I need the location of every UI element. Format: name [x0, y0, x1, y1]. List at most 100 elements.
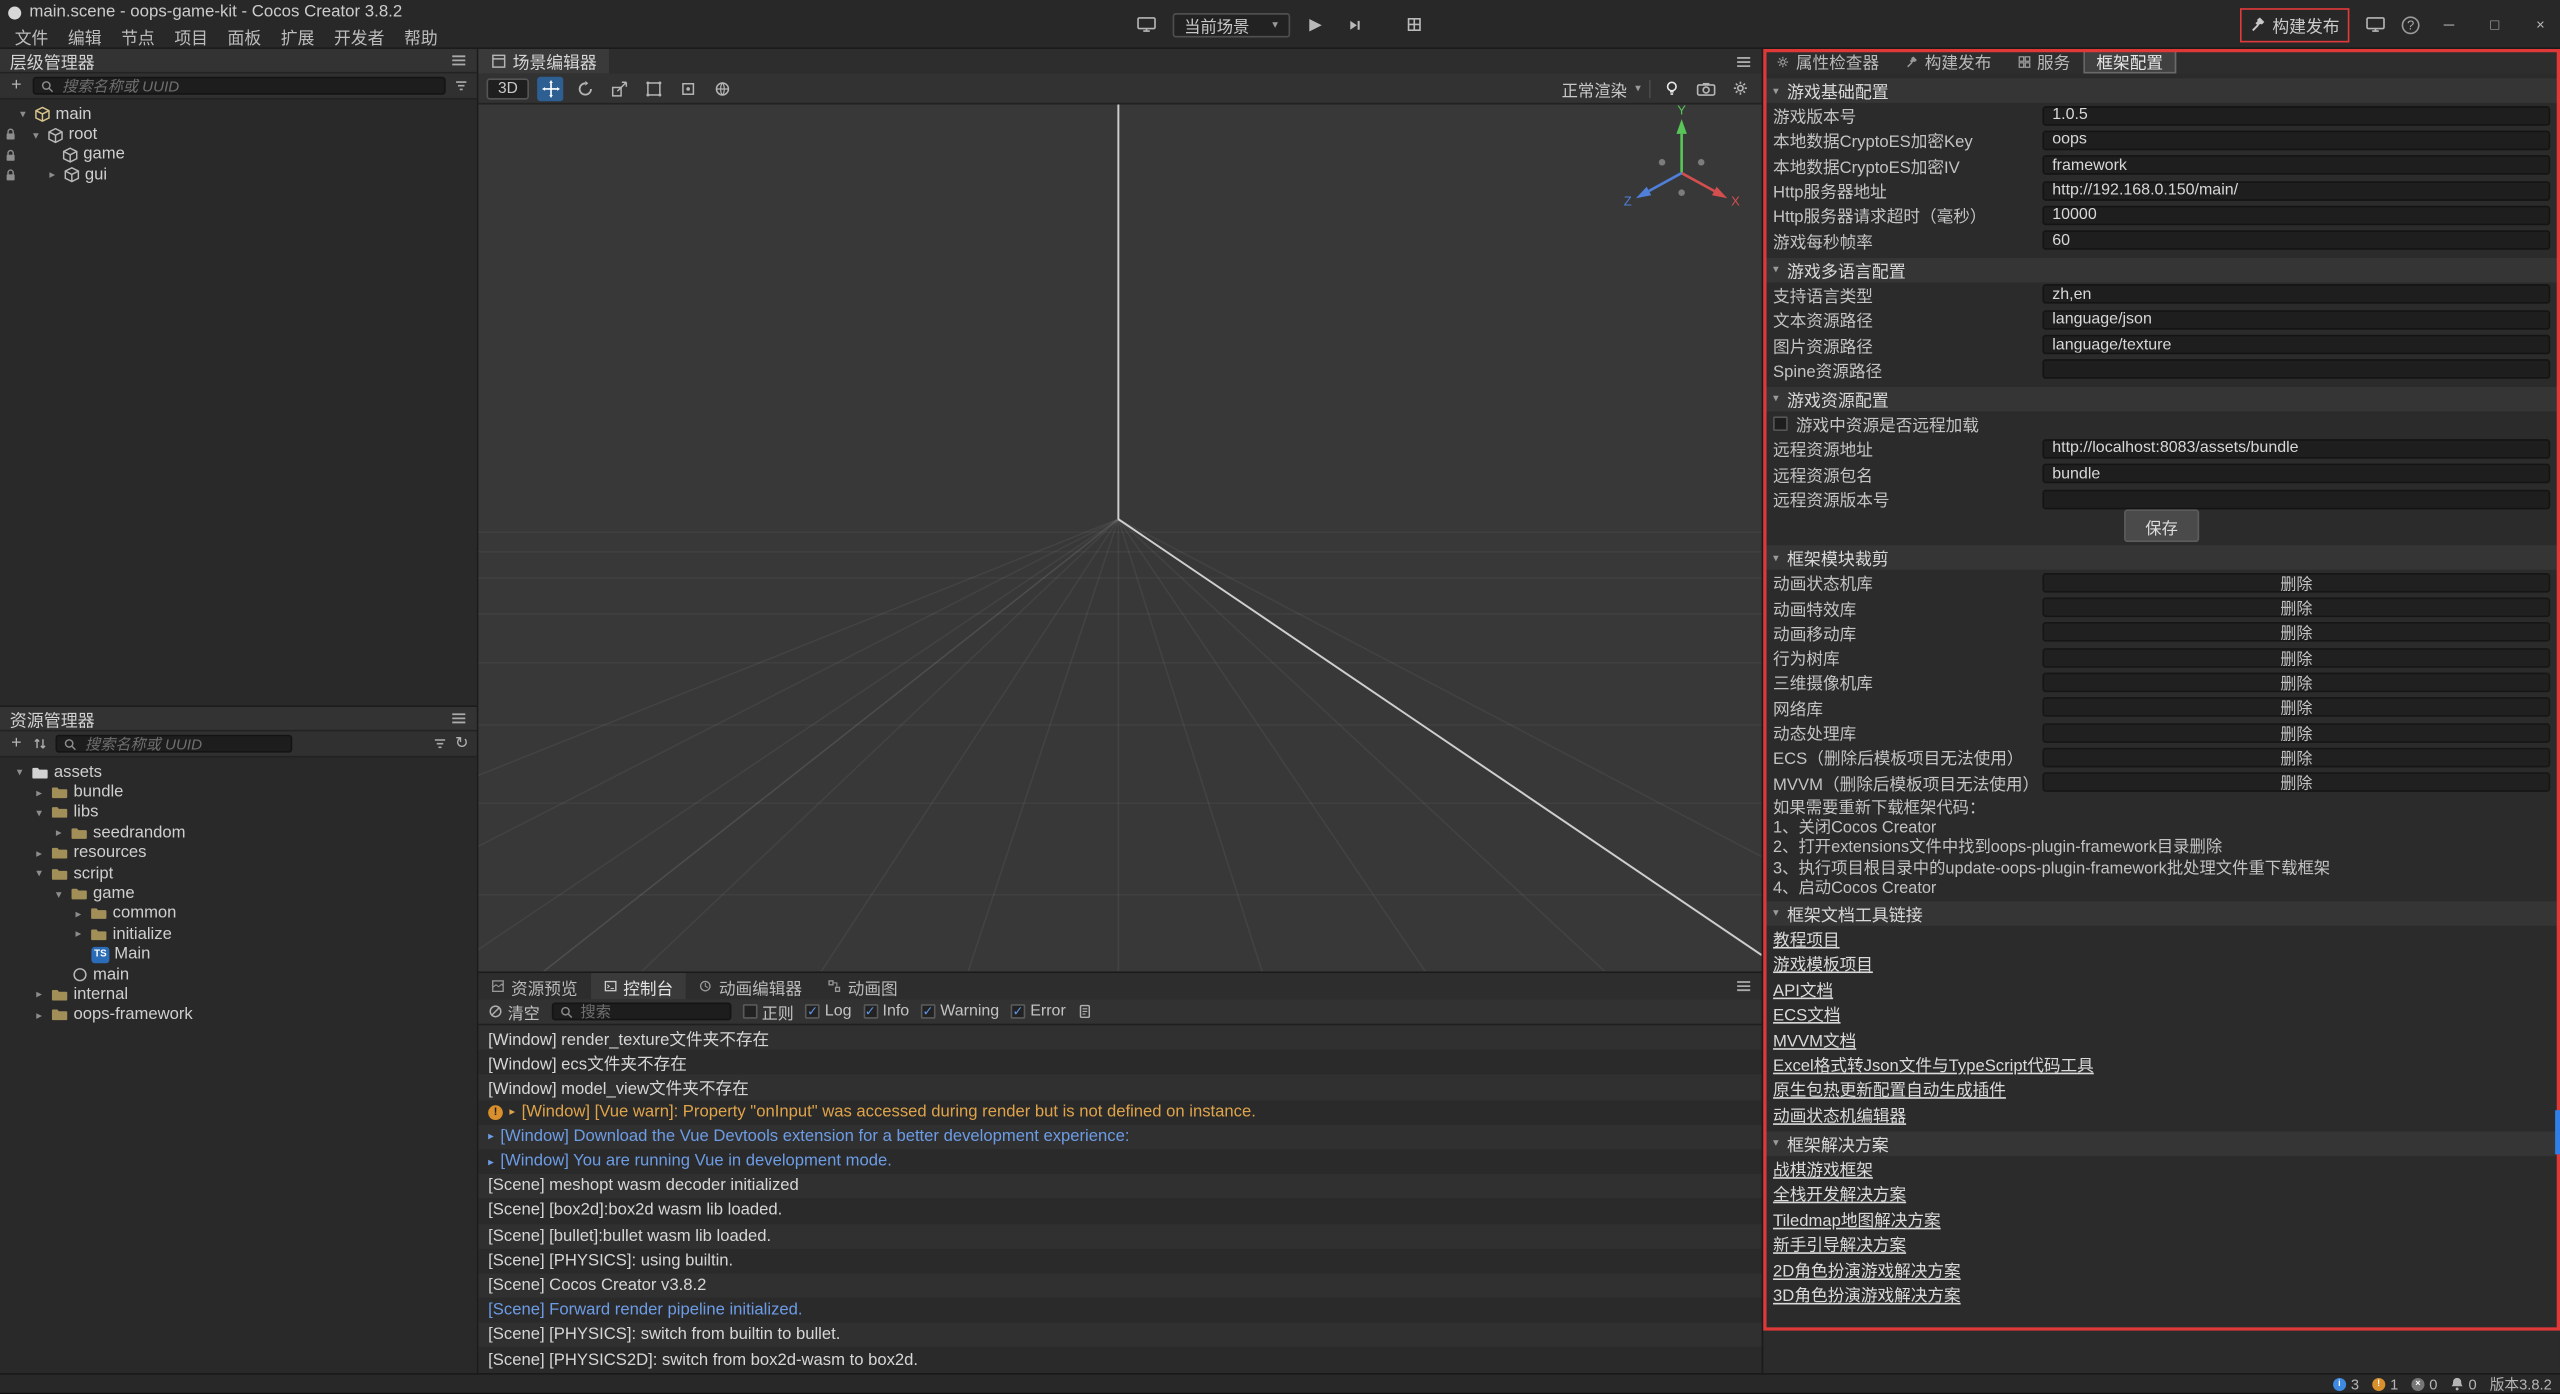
tab-console[interactable]: 控制台 [591, 973, 687, 999]
gear-icon[interactable] [1727, 76, 1753, 100]
minimize-button[interactable]: ─ [2433, 11, 2466, 37]
tree-node-main[interactable]: ▾ main [0, 104, 477, 124]
info-checkbox[interactable]: ✓ [863, 1004, 878, 1019]
filter-warning[interactable]: ✓ Warning [921, 1002, 1000, 1020]
tab-property-inspector[interactable]: 属性检查器 [1763, 49, 1892, 73]
asset-node-internal[interactable]: ▸ internal [0, 985, 477, 1005]
crypto-key-input[interactable] [2042, 131, 2550, 151]
assets-search[interactable] [56, 735, 293, 753]
menu-file[interactable]: 文件 [7, 23, 57, 51]
log-row[interactable]: [Scene] meshopt wasm decoder initialized [478, 1174, 1761, 1199]
game-version-input[interactable] [2042, 106, 2550, 126]
log-row[interactable]: [Scene] Cocos Creator v3.8.2 [478, 1273, 1761, 1298]
mode-3d-button[interactable]: 3D [487, 78, 530, 99]
spine-path-input[interactable] [2042, 360, 2550, 380]
doc-link[interactable]: 动画状态机编辑器 [1773, 1102, 1906, 1126]
caret-right-icon[interactable]: ▸ [33, 1009, 46, 1022]
menu-node[interactable]: 节点 [113, 23, 163, 51]
menu-developer[interactable]: 开发者 [326, 23, 393, 51]
asset-node-initialize[interactable]: ▸ initialize [0, 924, 477, 944]
build-publish-button[interactable]: 构建发布 [2240, 7, 2350, 41]
http-server-input[interactable] [2042, 180, 2550, 200]
add-asset-button[interactable]: + [8, 735, 24, 753]
delete-module-button[interactable]: 删除 [2042, 598, 2550, 618]
asset-node-seedrandom[interactable]: ▸ seedrandom [0, 823, 477, 843]
tab-build-publish[interactable]: 构建发布 [1892, 49, 2004, 73]
remote-version-input[interactable] [2042, 489, 2550, 509]
remote-load-checkbox[interactable] [1773, 417, 1788, 432]
error-checkbox[interactable]: ✓ [1011, 1004, 1026, 1019]
error-count[interactable]: × 0 [2411, 1376, 2437, 1392]
log-row[interactable]: [Scene] Forward render pipeline initiali… [478, 1298, 1761, 1323]
scrollbar-thumb[interactable] [2555, 1110, 2560, 1154]
caret-down-icon[interactable]: ▾ [33, 867, 46, 880]
asset-node-assets[interactable]: ▾ assets [0, 762, 477, 782]
asset-node-game[interactable]: ▾ game [0, 884, 477, 904]
step-frame-button[interactable] [1342, 11, 1368, 37]
caret-right-icon[interactable]: ▸ [72, 928, 85, 941]
caret-right-icon[interactable]: ▸ [488, 1130, 494, 1143]
help-icon[interactable]: ? [2402, 16, 2420, 34]
preview-device-icon[interactable] [1133, 11, 1159, 37]
preview-target-dropdown[interactable]: 当前场景 ▾ [1173, 12, 1290, 36]
coordinate-space-icon[interactable] [709, 76, 735, 100]
delete-module-button[interactable]: 删除 [2042, 673, 2550, 693]
asset-node-main-ts[interactable]: TS Main [0, 945, 477, 965]
tab-asset-preview[interactable]: 资源预览 [478, 973, 590, 999]
hierarchy-search-input[interactable] [59, 76, 438, 96]
log-row-warning[interactable]: ! ▸ [Window] [Vue warn]: Property "onInp… [478, 1100, 1761, 1125]
render-mode-dropdown[interactable]: 正常渲染 ▾ [1562, 76, 1641, 100]
log-row[interactable]: [Scene] [box2d]:box2d wasm lib loaded. [478, 1199, 1761, 1224]
tree-node-root[interactable]: ▾ root [0, 125, 477, 145]
solution-link[interactable]: 战棋游戏框架 [1773, 1156, 1873, 1180]
assets-search-input[interactable] [82, 734, 284, 754]
caret-right-icon[interactable]: ▸ [33, 786, 46, 799]
view-gizmo[interactable]: Y X Z [1624, 104, 1740, 208]
asset-node-script[interactable]: ▾ script [0, 864, 477, 884]
log-row[interactable]: [Window] model_view文件夹不存在 [478, 1075, 1761, 1100]
regex-checkbox[interactable] [742, 1004, 757, 1019]
remote-url-input[interactable] [2042, 439, 2550, 459]
panel-menu-icon[interactable] [1726, 53, 1762, 69]
delete-module-button[interactable]: 删除 [2042, 648, 2550, 668]
assets-filter-icon[interactable] [432, 736, 447, 751]
menu-extension[interactable]: 扩展 [273, 23, 323, 51]
asset-node-common[interactable]: ▸ common [0, 904, 477, 924]
http-timeout-input[interactable] [2042, 205, 2550, 225]
remote-bundle-input[interactable] [2042, 464, 2550, 484]
lang-json-path-input[interactable] [2042, 310, 2550, 330]
rotate-tool-icon[interactable] [572, 76, 598, 100]
delete-module-button[interactable]: 删除 [2042, 773, 2550, 793]
delete-module-button[interactable]: 删除 [2042, 723, 2550, 743]
filter-error[interactable]: ✓ Error [1011, 1002, 1066, 1020]
pivot-tool-icon[interactable] [675, 76, 701, 100]
tree-node-gui[interactable]: ▸ gui [0, 165, 477, 185]
doc-link[interactable]: ECS文档 [1773, 1001, 1840, 1025]
caret-right-icon[interactable]: ▸ [33, 989, 46, 1002]
warning-checkbox[interactable]: ✓ [921, 1004, 936, 1019]
asset-node-libs[interactable]: ▾ libs [0, 803, 477, 823]
caret-down-icon[interactable]: ▾ [52, 887, 65, 900]
save-button[interactable]: 保存 [2124, 510, 2199, 543]
scale-tool-icon[interactable] [606, 76, 632, 100]
delete-module-button[interactable]: 删除 [2042, 748, 2550, 768]
info-count[interactable]: i 3 [2333, 1376, 2359, 1392]
section-solutions[interactable]: ▾ 框架解决方案 [1763, 1131, 2560, 1155]
console-search-input[interactable] [577, 1002, 722, 1022]
lightbulb-icon[interactable] [1659, 76, 1685, 100]
solution-link[interactable]: Tiledmap地图解决方案 [1773, 1206, 1941, 1230]
maximize-button[interactable]: □ [2478, 11, 2511, 37]
menu-help[interactable]: 帮助 [396, 23, 446, 51]
doc-link[interactable]: 游戏模板项目 [1773, 951, 1873, 975]
lang-texture-path-input[interactable] [2042, 335, 2550, 355]
lock-icon[interactable] [5, 128, 16, 143]
notification-count[interactable]: 0 [2451, 1376, 2477, 1392]
panel-menu-icon[interactable] [451, 710, 467, 726]
log-row[interactable]: ▸ [Window] You are running Vue in develo… [478, 1149, 1761, 1174]
tab-animation-editor[interactable]: 动画编辑器 [686, 973, 815, 999]
clear-console-button[interactable]: 清空 [488, 1000, 540, 1023]
caret-right-icon[interactable]: ▸ [52, 827, 65, 840]
log-row[interactable]: [Scene] [PHYSICS2D]: switch from box2d-w… [478, 1348, 1761, 1373]
log-row[interactable]: [Window] render_texture文件夹不存在 [478, 1025, 1761, 1050]
tab-animation-graph[interactable]: 动画图 [815, 973, 911, 999]
